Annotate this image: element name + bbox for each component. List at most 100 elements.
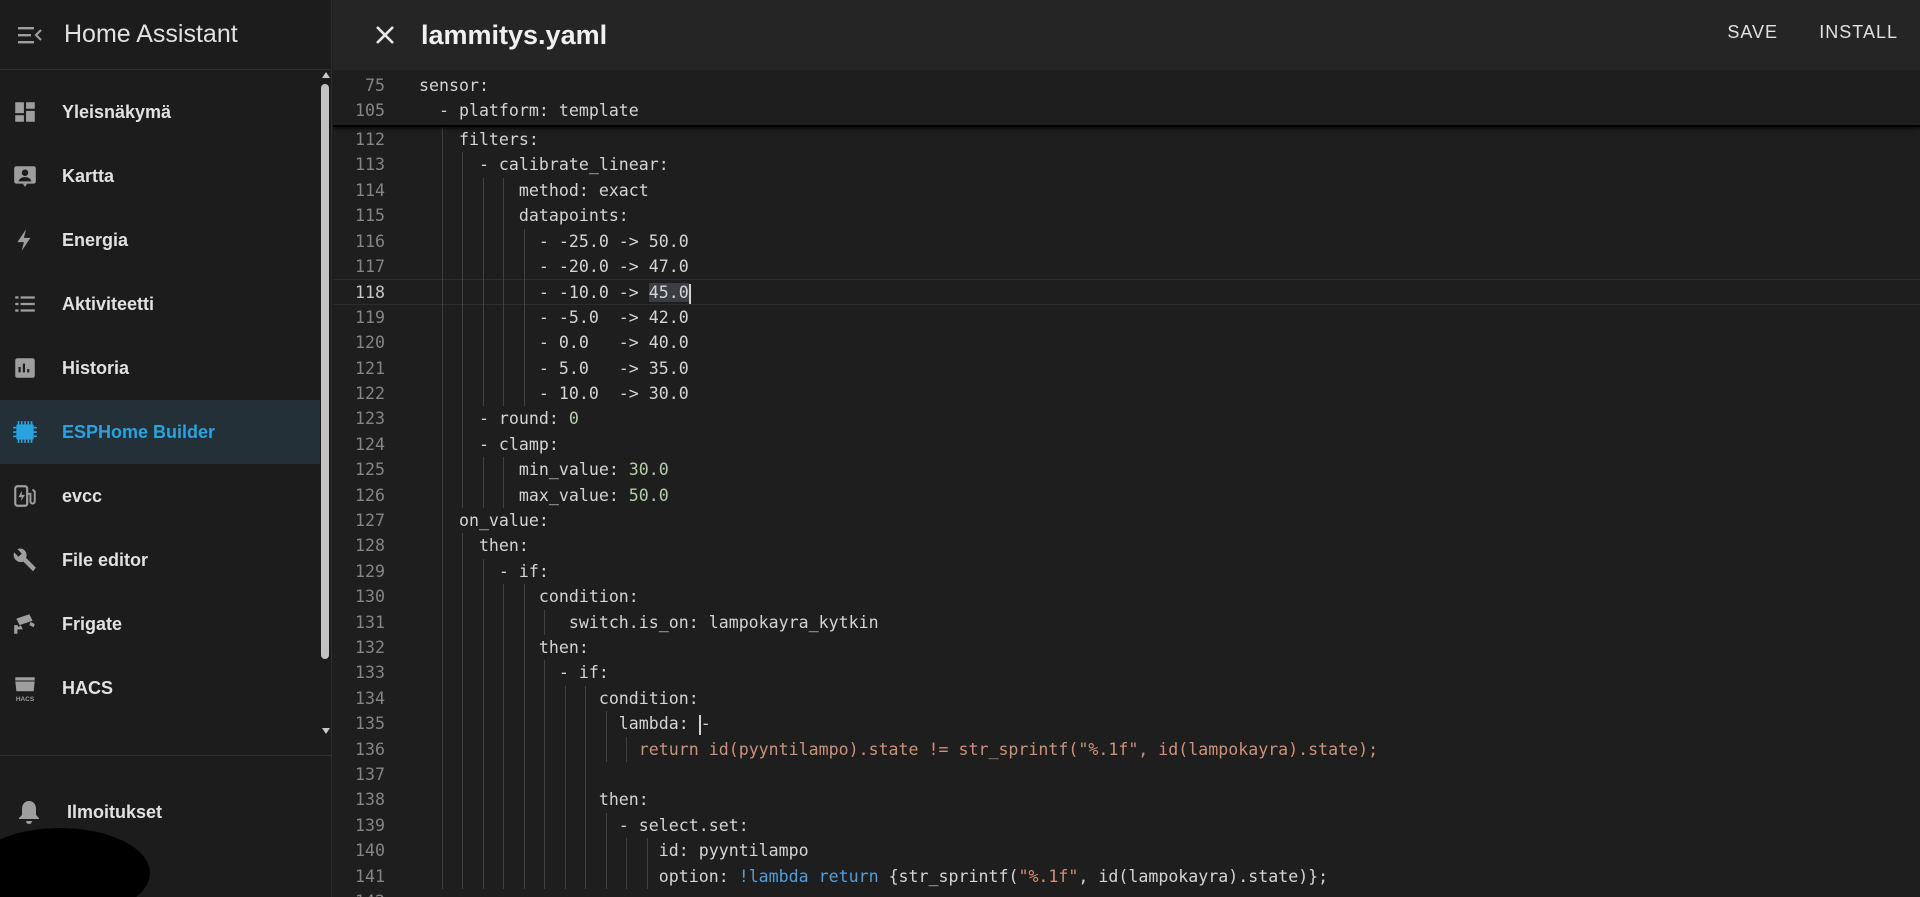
code-text[interactable]: min_value: 30.0 [419,457,669,482]
sidebar-item-file-editor[interactable]: File editor [0,528,320,592]
code-line[interactable]: 134 condition: [333,686,1920,711]
code-line[interactable]: 128 then: [333,533,1920,558]
indent-guide [462,152,463,178]
code-line[interactable]: 117 - -20.0 -> 47.0 [333,254,1920,279]
code-text[interactable]: then: [419,787,649,812]
user-avatar-redacted[interactable] [0,828,150,897]
code-line[interactable]: 141 option: !lambda return {str_sprintf(… [333,864,1920,889]
indent-guide [441,228,443,254]
code-text[interactable]: - -25.0 -> 50.0 [419,229,689,254]
code-line[interactable]: 136 return id(pyyntilampo).state != str_… [333,737,1920,762]
line-number: 126 [355,485,385,505]
code-line[interactable]: 130 condition: [333,584,1920,609]
code-line[interactable]: 127 on_value: [333,508,1920,533]
line-number: 142 [333,889,385,897]
code-text[interactable]: - -5.0 -> 42.0 [419,305,689,330]
code-line[interactable]: 115 datapoints: [333,203,1920,228]
code-line[interactable]: 140 id: pyyntilampo [333,838,1920,863]
indent-guide [482,177,484,204]
sidebar-scrollbar[interactable] [320,70,332,740]
code-text[interactable]: sensor: [419,73,489,98]
save-button[interactable]: SAVE [1727,22,1778,43]
code-line[interactable]: 138 then: [333,787,1920,812]
code-line[interactable]: 112 filters: [333,127,1920,152]
sidebar-item-aktiviteetti[interactable]: Aktiviteetti [0,272,320,336]
indent-guide [441,838,443,864]
code-line[interactable]: 122 - 10.0 -> 30.0 [333,381,1920,406]
install-button[interactable]: INSTALL [1819,22,1898,43]
indent-guide [503,482,504,508]
scroll-up-arrow-icon[interactable] [322,72,330,78]
code-line[interactable]: 114 method: exact [333,178,1920,203]
code-text[interactable]: - 5.0 -> 35.0 [419,356,689,381]
code-line-current[interactable]: 118 - -10.0 -> 45.0 [333,279,1920,305]
code-line[interactable]: 124 - clamp: [333,432,1920,457]
code-text[interactable]: id: pyyntilampo [419,838,809,863]
indent-guide [523,584,525,610]
code-text[interactable]: switch.is_on: lampokayra_kytkin [419,610,879,635]
sidebar-item-yleisn-kym[interactable]: Yleisnäkymä [0,80,320,144]
code-text[interactable]: option: !lambda return {str_sprintf("%.1… [419,864,1328,889]
indent-guide [544,838,545,864]
code-text[interactable]: - clamp: [419,432,559,457]
code-text[interactable]: datapoints: [419,203,629,228]
code-text[interactable]: filters: [419,127,539,152]
code-line[interactable]: 116 - -25.0 -> 50.0 [333,229,1920,254]
code-text[interactable]: - 0.0 -> 40.0 [419,330,689,355]
code-line[interactable]: 105 - platform: template [333,98,1920,123]
sidebar-item-frigate[interactable]: Frigate [0,592,320,656]
code-text[interactable]: on_value: [419,508,549,533]
scrollbar-thumb[interactable] [321,84,329,659]
indent-guide [441,533,443,559]
code-text[interactable]: max_value: 50.0 [419,483,669,508]
sidebar-item-evcc[interactable]: evcc [0,464,320,528]
sidebar-item-kartta[interactable]: Kartta [0,144,320,208]
code-text[interactable]: condition: [419,686,699,711]
code-text[interactable]: - if: [419,660,609,685]
close-button[interactable] [367,17,403,53]
code-editor[interactable]: 75 sensor: 105 - platform: template 112 fi… [333,70,1920,897]
code-text[interactable]: - -20.0 -> 47.0 [419,254,689,279]
indent-guide [564,711,566,737]
indent-guide [441,736,443,762]
indent-guide [482,787,484,813]
code-line[interactable]: 131 switch.is_on: lampokayra_kytkin [333,610,1920,635]
sidebar-item-hacs[interactable]: HACS HACS [0,656,320,720]
code-text[interactable]: condition: [419,584,639,609]
code-text[interactable]: - if: [419,559,549,584]
code-line[interactable]: 135 lambda: - [333,711,1920,736]
code-line[interactable]: 129 - if: [333,559,1920,584]
code-line[interactable]: 123 - round: 0 [333,406,1920,431]
code-line[interactable]: 132 then: [333,635,1920,660]
code-line[interactable]: 137 [333,762,1920,787]
code-text[interactable]: - platform: template [419,98,639,123]
scroll-down-arrow-icon[interactable] [322,728,330,734]
sidebar-item-esphome-builder[interactable]: ESPHome Builder [0,400,320,464]
code-line[interactable]: 113 - calibrate_linear: [333,152,1920,177]
code-text[interactable]: - round: 0 [419,406,579,431]
code-line[interactable]: 121 - 5.0 -> 35.0 [333,356,1920,381]
line-number: 137 [355,765,385,784]
code-text[interactable]: - calibrate_linear: [419,152,669,177]
code-line[interactable]: 125 min_value: 30.0 [333,457,1920,482]
code-text[interactable]: return id(pyyntilampo).state != str_spri… [419,737,1378,762]
code-text[interactable]: - 10.0 -> 30.0 [419,381,689,406]
code-text[interactable]: - -10.0 -> 45.0 [419,280,691,305]
code-text[interactable]: - select.set: [419,813,749,838]
code-text[interactable]: method: exact [419,178,649,203]
line-number: 119 [355,307,385,327]
code-line[interactable]: 119 - -5.0 -> 42.0 [333,305,1920,330]
code-line[interactable]: 75 sensor: [333,73,1920,98]
menu-collapse-button[interactable] [15,20,45,50]
sticky-scroll-header[interactable]: 75 sensor: 105 - platform: template [333,70,1920,127]
code-line[interactable]: 142 [333,889,1920,897]
indent-guide [441,609,443,635]
code-line[interactable]: 133 - if: [333,660,1920,685]
code-line[interactable]: 126 max_value: 50.0 [333,483,1920,508]
indent-guide [523,355,525,381]
code-text[interactable]: then: [419,533,529,558]
sidebar-item-historia[interactable]: Historia [0,336,320,400]
code-line[interactable]: 139 - select.set: [333,813,1920,838]
code-line[interactable]: 120 - 0.0 -> 40.0 [333,330,1920,355]
sidebar-item-energia[interactable]: Energia [0,208,320,272]
